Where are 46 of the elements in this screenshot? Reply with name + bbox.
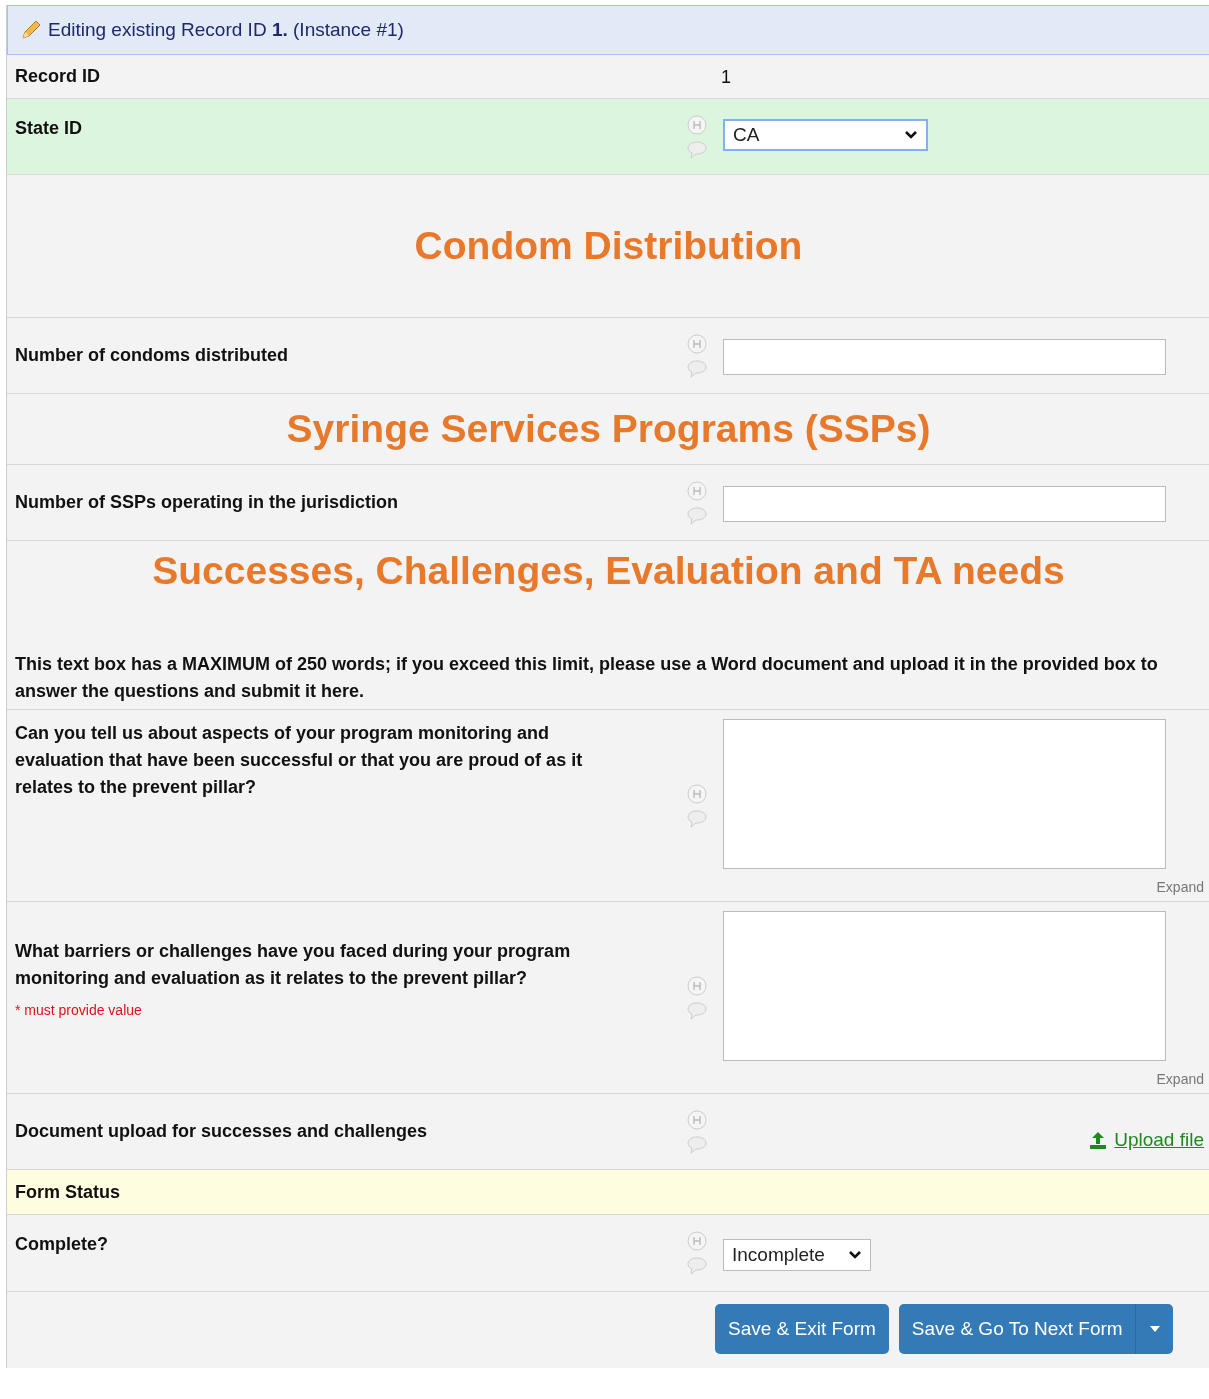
field-label: Number of SSPs operating in the jurisdiction	[15, 491, 400, 514]
upload-icon	[1088, 1129, 1109, 1150]
section-title: Syringe Services Programs (SSPs)	[286, 407, 931, 451]
field-label: Complete?	[15, 1233, 109, 1256]
comment-icon[interactable]	[687, 359, 707, 378]
field-label: Document upload for successes and challenges	[15, 1120, 429, 1143]
banner-text: Editing existing Record ID 1. (Instance #1)	[48, 19, 404, 41]
caret-icon[interactable]	[1149, 1326, 1160, 1332]
required-note: * must provide value	[15, 1002, 143, 1018]
comment-icon[interactable]	[687, 1001, 707, 1020]
help-icon[interactable]	[687, 480, 707, 501]
dropdown-select[interactable]: CA	[723, 119, 928, 151]
expand-link[interactable]: Expand	[1156, 1070, 1204, 1087]
save-next-button[interactable]: Save & Go To Next Form	[898, 1304, 1173, 1354]
section-title: Condom Distribution	[414, 224, 803, 268]
help-icon[interactable]	[687, 975, 707, 996]
field-label: Can you tell us about aspects of your program monitoring and evaluation that have been successful or that you are proud of as it relates to the prevent pillar?	[15, 722, 584, 799]
help-icon[interactable]	[687, 783, 707, 804]
comment-icon[interactable]	[687, 140, 707, 159]
help-icon[interactable]	[687, 114, 707, 135]
text-input[interactable]	[723, 338, 1166, 375]
comment-icon[interactable]	[687, 809, 707, 828]
text-input[interactable]	[723, 485, 1166, 522]
comment-icon[interactable]	[687, 1257, 707, 1275]
field-label: What barriers or challenges have you faced during your program monitoring and evaluation as it relates to the prevent pillar?	[15, 940, 572, 990]
text-area[interactable]	[723, 718, 1166, 869]
field-label: Record ID	[15, 65, 102, 88]
expand-link[interactable]: Expand	[1156, 878, 1204, 895]
field-value: 1	[721, 67, 732, 88]
section-label: Form Status	[15, 1180, 120, 1204]
instruction-text: This text box has a MAXIMUM of 250 words; if you exceed this limit, please use a Word document and upload it in the provided box to answer the questions and submit it here.	[15, 654, 1158, 701]
text-area[interactable]	[723, 910, 1166, 1061]
field-label: State ID	[15, 117, 84, 140]
comment-icon[interactable]	[687, 506, 707, 525]
help-icon[interactable]	[687, 333, 707, 354]
upload-link[interactable]: Upload file	[1088, 1114, 1204, 1165]
pencil-icon	[20, 19, 42, 41]
chevron-down-icon	[904, 130, 918, 140]
help-icon[interactable]	[687, 1109, 707, 1130]
save-exit-button[interactable]: Save & Exit Form	[715, 1304, 889, 1354]
chevron-down-icon	[848, 1250, 862, 1260]
field-label: Number of condoms distributed	[15, 344, 289, 367]
help-icon[interactable]	[687, 1231, 707, 1251]
comment-icon[interactable]	[687, 1135, 707, 1154]
dropdown-select[interactable]: Incomplete	[723, 1239, 871, 1271]
section-title: Successes, Challenges, Evaluation and TA needs	[152, 549, 1065, 593]
